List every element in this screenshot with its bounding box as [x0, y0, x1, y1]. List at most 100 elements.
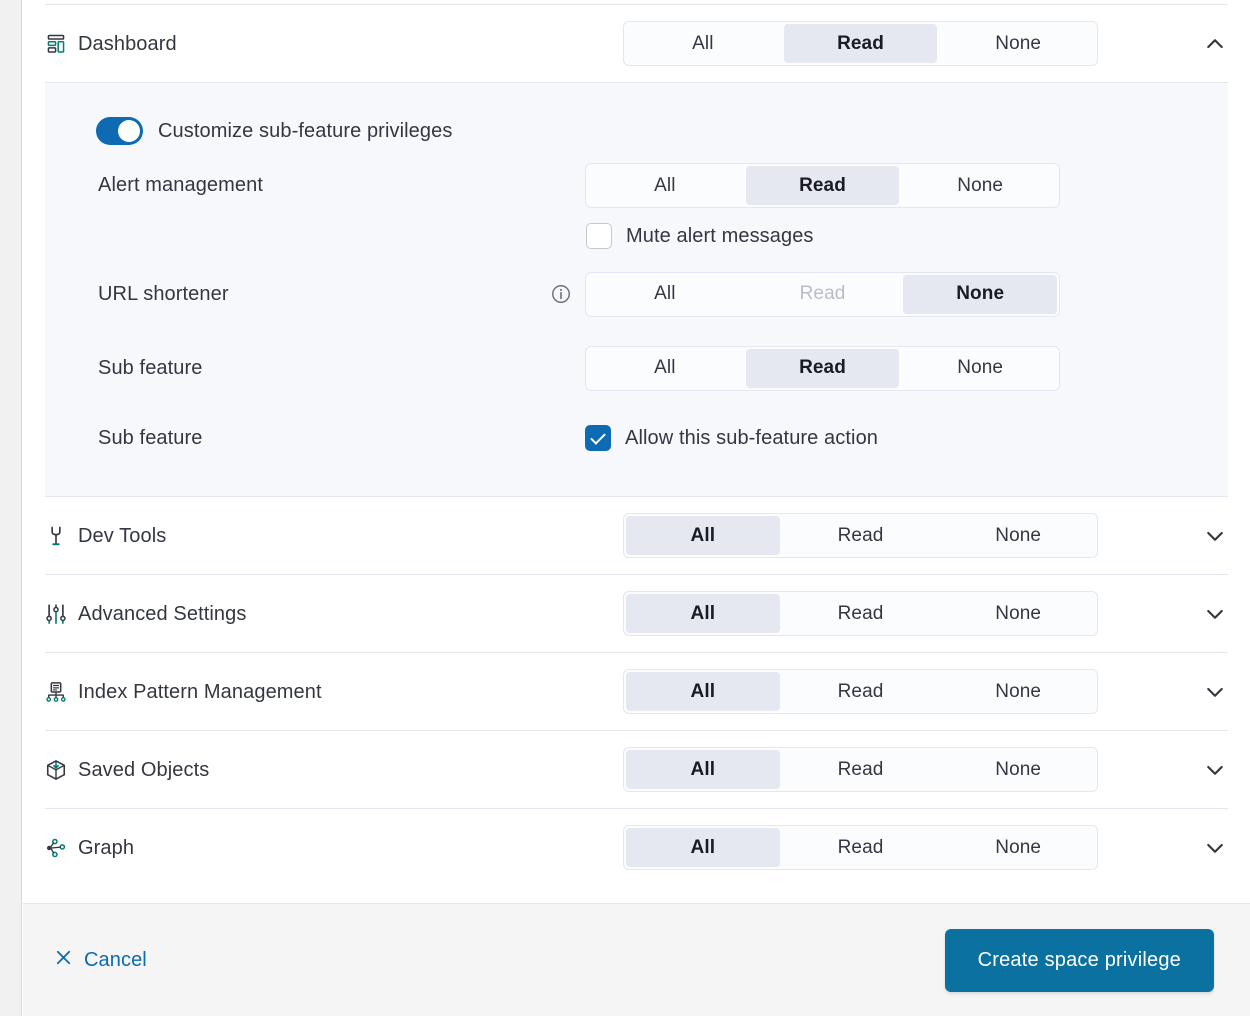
feature-row-index-pattern-management[interactable]: Index Pattern Management All Read None [23, 653, 1250, 730]
chevron-down-icon[interactable] [1202, 601, 1228, 627]
segmented-button-group: All Read None [623, 669, 1098, 714]
allow-sub-feature-action-label: Allow this sub-feature action [625, 426, 879, 449]
sub-feature-controls: All Read None Mute alert messages [585, 163, 1060, 258]
privilege-option-none[interactable]: None [941, 828, 1095, 867]
chevron-down-icon[interactable] [1202, 757, 1228, 783]
feature-row-advanced-settings[interactable]: Advanced Settings All Read None [23, 575, 1250, 652]
privilege-option-read[interactable]: Read [783, 24, 938, 63]
privilege-option-read[interactable]: Read [745, 166, 900, 205]
privilege-option-none[interactable]: None [903, 166, 1057, 205]
mute-alert-messages-row: Mute alert messages [585, 214, 814, 258]
feature-label: Saved Objects [78, 758, 210, 781]
privilege-option-read[interactable]: Read [745, 348, 900, 388]
segmented-button-group: All Read None [623, 21, 1098, 66]
sub-feature-row-alert-management: Alert management All Read None Mute aler… [45, 149, 1228, 258]
feature-privilege-list: Dashboard All Read None Customize sub-fe… [23, 0, 1250, 903]
chevron-up-icon[interactable] [1202, 31, 1228, 57]
feature-row-saved-objects[interactable]: Saved Objects All Read None [23, 731, 1250, 808]
feature-name-dashboard: Dashboard [45, 31, 585, 57]
segmented-button-group: All Read None [623, 825, 1098, 870]
feature-name-index-pattern-management: Index Pattern Management [45, 679, 585, 705]
customize-sub-feature-toggle[interactable] [96, 117, 143, 145]
sub-feature-controls: All Read None [585, 271, 1060, 317]
privilege-selector-dev-tools: All Read None [623, 513, 1098, 558]
privilege-option-all[interactable]: All [588, 166, 742, 205]
feature-label: Graph [78, 836, 135, 859]
info-icon[interactable] [551, 284, 571, 304]
privileges-page: Dashboard All Read None Customize sub-fe… [0, 0, 1250, 1016]
privilege-option-none[interactable]: None [941, 594, 1095, 633]
segmented-button-group: All Read None [585, 271, 1060, 317]
privilege-option-all[interactable]: All [626, 516, 780, 555]
privilege-option-all[interactable]: All [626, 750, 780, 789]
privilege-option-none[interactable]: None [941, 672, 1095, 711]
dashboard-icon [45, 33, 67, 55]
privilege-option-read[interactable]: Read [784, 828, 938, 867]
sub-feature-name: Sub feature [98, 357, 585, 380]
close-icon [54, 948, 73, 973]
privilege-option-all[interactable]: All [588, 275, 742, 314]
wrench-icon [45, 525, 67, 547]
privilege-selector-saved-objects: All Read None [623, 747, 1098, 792]
privilege-option-read: Read [746, 275, 900, 314]
feature-name-dev-tools: Dev Tools [45, 523, 585, 549]
sub-feature-label: Sub feature [98, 426, 203, 449]
privilege-option-all[interactable]: All [588, 349, 742, 388]
feature-label: Dev Tools [78, 524, 167, 547]
sub-feature-name: Sub feature [98, 427, 585, 450]
sub-feature-row-sub-feature-1: Sub feature All Read None [45, 330, 1228, 406]
toggle-knob [118, 120, 140, 142]
customize-sub-feature-label: Customize sub-feature privileges [158, 119, 453, 142]
privilege-selector-advanced-settings: All Read None [623, 591, 1098, 636]
privilege-selector-graph: All Read None [623, 825, 1098, 870]
mute-alert-messages-checkbox[interactable] [586, 223, 612, 249]
sub-feature-controls: All Read None [585, 345, 1060, 391]
customize-sub-feature-row: Customize sub-feature privileges [45, 105, 1228, 149]
sub-feature-label: URL shortener [98, 282, 229, 305]
sub-feature-row-url-shortener: URL shortener All Read None [45, 258, 1228, 330]
privilege-option-none[interactable]: None [941, 24, 1095, 63]
privilege-option-none[interactable]: None [903, 274, 1058, 314]
chevron-down-icon[interactable] [1202, 835, 1228, 861]
feature-row-dev-tools[interactable]: Dev Tools All Read None [23, 497, 1250, 574]
segmented-button-group: All Read None [623, 591, 1098, 636]
feature-label: Dashboard [78, 32, 177, 55]
segmented-button-group: All Read None [585, 345, 1060, 391]
chevron-down-icon[interactable] [1202, 679, 1228, 705]
segmented-button-group: All Read None [623, 513, 1098, 558]
feature-name-graph: Graph [45, 835, 585, 861]
graph-icon [45, 837, 67, 859]
privilege-option-all[interactable]: All [626, 24, 780, 63]
cancel-button[interactable]: Cancel [50, 944, 151, 977]
feature-row-graph[interactable]: Graph All Read None [23, 809, 1250, 886]
create-space-privilege-button[interactable]: Create space privilege [944, 928, 1214, 992]
privilege-option-all[interactable]: All [626, 594, 780, 633]
privilege-option-read[interactable]: Read [784, 750, 938, 789]
privilege-option-none[interactable]: None [941, 516, 1095, 555]
controls-icon [45, 603, 67, 625]
privilege-option-none[interactable]: None [903, 349, 1057, 388]
segmented-button-group: All Read None [623, 747, 1098, 792]
sub-feature-label: Alert management [98, 174, 264, 196]
allow-sub-feature-action-checkbox[interactable] [585, 425, 611, 451]
sub-feature-controls: Allow this sub-feature action [585, 416, 878, 460]
privilege-option-read[interactable]: Read [784, 594, 938, 633]
privilege-option-read[interactable]: Read [784, 672, 938, 711]
mute-alert-messages-label: Mute alert messages [626, 224, 814, 247]
feature-label: Index Pattern Management [78, 680, 322, 703]
segmented-button-group: All Read None [585, 163, 1060, 208]
sub-feature-label: Sub feature [98, 356, 203, 379]
privilege-selector-index-pattern-management: All Read None [623, 669, 1098, 714]
index-pattern-icon [45, 681, 67, 703]
privilege-option-none[interactable]: None [941, 750, 1095, 789]
privilege-option-all[interactable]: All [626, 672, 780, 711]
privilege-option-read[interactable]: Read [784, 516, 938, 555]
sub-feature-row-sub-feature-2: Sub feature Allow this sub-feature actio… [45, 406, 1228, 470]
feature-label: Advanced Settings [78, 602, 247, 625]
cancel-label: Cancel [84, 948, 147, 971]
sub-feature-name: URL shortener [98, 283, 585, 306]
feature-name-advanced-settings: Advanced Settings [45, 601, 585, 627]
privilege-option-all[interactable]: All [626, 828, 780, 867]
chevron-down-icon[interactable] [1202, 523, 1228, 549]
feature-row-dashboard[interactable]: Dashboard All Read None [23, 5, 1250, 82]
